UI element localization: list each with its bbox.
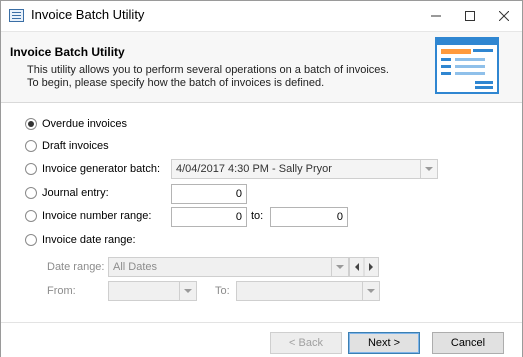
label-invoice-generator-batch[interactable]: Invoice generator batch: — [42, 163, 160, 175]
radio-draft-invoices[interactable] — [25, 140, 37, 152]
dialog-window: Invoice Batch Utility Invoice Batch Util… — [0, 0, 523, 357]
from-date-dropdown[interactable] — [108, 281, 197, 301]
label-invoice-number-range[interactable]: Invoice number range: — [42, 210, 151, 222]
chevron-down-icon[interactable] — [331, 258, 348, 276]
date-range-nav — [349, 257, 379, 277]
number-range-to-label: to: — [251, 210, 264, 222]
label-overdue-invoices[interactable]: Overdue invoices — [42, 118, 127, 130]
options-panel: Overdue invoices Draft invoices Invoice … — [1, 102, 522, 322]
date-nav-arrows-icon[interactable] — [350, 258, 378, 276]
radio-invoice-date-range[interactable] — [25, 234, 37, 246]
to-date-dropdown[interactable] — [236, 281, 380, 301]
wizard-footer: < Back Next > Cancel — [1, 322, 522, 357]
app-icon — [9, 9, 24, 22]
generator-batch-value: 4/04/2017 4:30 PM - Sally Pryor — [176, 163, 332, 175]
header-description-line1: This utility allows you to perform sever… — [27, 64, 389, 76]
date-range-label: Date range: — [47, 261, 105, 273]
title-bar[interactable]: Invoice Batch Utility — [1, 1, 522, 31]
number-range-to-input[interactable]: 0 — [270, 207, 348, 227]
radio-invoice-number-range[interactable] — [25, 210, 37, 222]
header-title: Invoice Batch Utility — [10, 45, 125, 59]
radio-overdue-invoices[interactable] — [25, 118, 37, 130]
back-button[interactable]: < Back — [270, 332, 342, 354]
label-journal-entry[interactable]: Journal entry: — [42, 187, 109, 199]
header-description: This utility allows you to perform sever… — [27, 64, 427, 90]
next-button[interactable]: Next > — [348, 332, 420, 354]
close-button[interactable] — [487, 1, 522, 31]
from-label: From: — [47, 285, 76, 297]
chevron-down-icon[interactable] — [420, 160, 437, 178]
close-icon — [499, 11, 509, 21]
radio-journal-entry[interactable] — [25, 187, 37, 199]
radio-invoice-generator-batch[interactable] — [25, 163, 37, 175]
generator-batch-dropdown[interactable]: 4/04/2017 4:30 PM - Sally Pryor — [171, 159, 438, 179]
chevron-down-icon[interactable] — [179, 282, 196, 300]
minimize-icon — [431, 15, 441, 17]
date-range-dropdown[interactable]: All Dates — [108, 257, 349, 277]
journal-entry-input[interactable]: 0 — [171, 184, 247, 204]
window-title: Invoice Batch Utility — [31, 7, 145, 22]
minimize-button[interactable] — [419, 1, 453, 31]
invoice-document-icon — [435, 37, 499, 94]
wizard-header: Invoice Batch Utility This utility allow… — [1, 31, 522, 103]
chevron-down-icon[interactable] — [362, 282, 379, 300]
header-description-line2: To begin, please specify how the batch o… — [27, 77, 325, 89]
maximize-button[interactable] — [453, 1, 487, 31]
label-invoice-date-range[interactable]: Invoice date range: — [42, 234, 136, 246]
date-range-value: All Dates — [113, 261, 158, 273]
date-to-label: To: — [215, 285, 230, 297]
cancel-button[interactable]: Cancel — [432, 332, 504, 354]
label-draft-invoices[interactable]: Draft invoices — [42, 140, 109, 152]
number-range-from-input[interactable]: 0 — [171, 207, 247, 227]
maximize-icon — [465, 11, 475, 21]
